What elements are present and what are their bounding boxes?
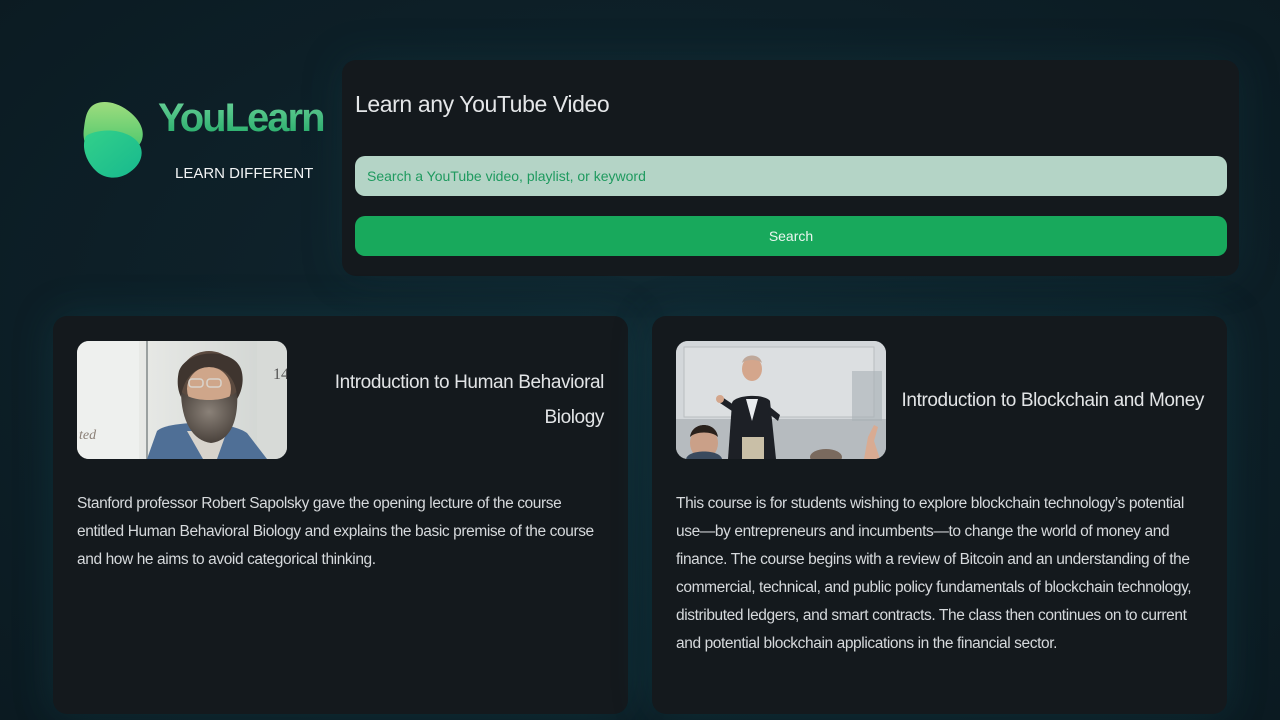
search-panel: Learn any YouTube Video Search: [342, 60, 1239, 276]
lecture-hall-thumbnail: [676, 341, 886, 459]
brand-name: YouLearn: [158, 96, 326, 140]
course-thumbnail[interactable]: [676, 341, 886, 459]
brand-tagline: LEARN DIFFERENT: [175, 165, 314, 182]
course-description: Stanford professor Robert Sapolsky gave …: [77, 495, 594, 568]
course-card[interactable]: Introduction to Blockchain and Money Thi…: [652, 316, 1227, 714]
course-title[interactable]: Introduction to Human Behavioral Biology: [303, 341, 605, 459]
course-description: This course is for students wishing to e…: [676, 495, 1192, 652]
svg-text:ted: ted: [79, 428, 97, 443]
search-title: Learn any YouTube Video: [355, 91, 610, 117]
brand-logo[interactable]: YouLearn LEARN DIFFERENT: [80, 96, 326, 196]
search-button[interactable]: Search: [355, 216, 1227, 256]
search-input[interactable]: [355, 156, 1227, 196]
svg-text:14: 14: [273, 366, 287, 383]
page: YouLearn LEARN DIFFERENT Learn any YouTu…: [0, 0, 1280, 720]
course-card[interactable]: 14 ted Introduction to Human Behavioral …: [53, 316, 628, 714]
heart-leaf-logo-icon: [83, 102, 143, 178]
course-title[interactable]: Introduction to Blockchain and Money: [892, 341, 1205, 459]
lecturer-portrait-thumbnail: 14 ted: [77, 341, 287, 459]
course-thumbnail[interactable]: 14 ted: [77, 341, 287, 459]
